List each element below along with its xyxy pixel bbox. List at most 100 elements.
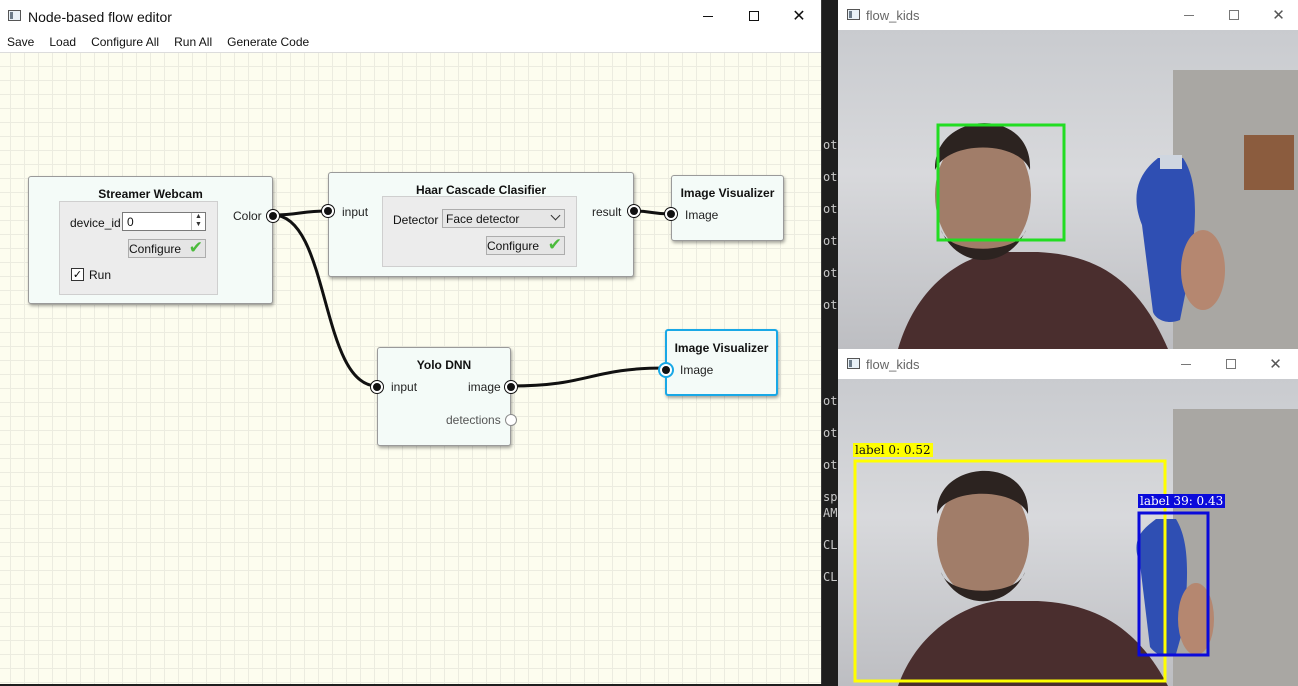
detection-label-bottle: label 39: 0.43: [1138, 494, 1226, 508]
port-label-detections: detections: [446, 413, 501, 427]
port-label-input: input: [391, 380, 418, 394]
menu-save[interactable]: Save: [0, 32, 42, 52]
port-label-image: Image: [685, 208, 719, 222]
haar-config-panel: Detector Face detector Configure ✔: [382, 196, 577, 267]
input-port-input[interactable]: [371, 381, 383, 393]
node-title: Streamer Webcam: [98, 187, 203, 201]
minimize-icon: [1180, 363, 1191, 365]
checkmark-icon: ✔: [188, 238, 203, 258]
minimize-button[interactable]: [1163, 349, 1208, 379]
close-icon: ✕: [792, 6, 806, 25]
detector-select[interactable]: Face detector: [442, 209, 565, 228]
close-button[interactable]: ✕: [776, 0, 822, 32]
maximize-button[interactable]: [731, 0, 777, 32]
terminal-line: AME: [823, 506, 838, 520]
maximize-button[interactable]: [1208, 349, 1253, 379]
terminal-line: CL: [823, 570, 838, 584]
node-yolo-dnn[interactable]: Yolo DNN input image detections: [371, 347, 517, 446]
node-title: Yolo DNN: [416, 358, 472, 372]
checkmark-icon: ✔: [547, 235, 562, 255]
terminal-line: ot(: [823, 298, 838, 312]
input-port-image[interactable]: [660, 364, 672, 376]
terminal-line: CL: [823, 538, 838, 552]
wire-yolo-to-visualizer[interactable]: [510, 366, 666, 388]
camera-window-face: flow_kids ✕: [838, 0, 1298, 349]
input-port-image[interactable]: [665, 208, 677, 220]
minimize-icon: [703, 15, 713, 17]
detector-value: Face detector: [446, 212, 520, 226]
terminal-line: ot(: [823, 202, 838, 216]
run-label: Run: [89, 268, 112, 282]
webcam-image: [898, 70, 1298, 349]
minimize-button[interactable]: [685, 0, 731, 32]
camera-window-title: flow_kids: [866, 8, 920, 23]
app-window-icon: [847, 9, 860, 20]
camera-title-bar[interactable]: flow_kids ✕: [838, 349, 1298, 379]
node-haar-cascade[interactable]: Haar Cascade Clasifier input Detector Fa…: [322, 172, 640, 277]
node-canvas[interactable]: Streamer Webcam device_id 0 ▲ ▼ Configure…: [0, 53, 821, 684]
port-label-result: result: [592, 205, 622, 219]
camera-frame: [838, 30, 1298, 349]
menu-configure-all[interactable]: Configure All: [84, 32, 167, 52]
haar-configure-button[interactable]: Configure ✔: [486, 235, 565, 255]
device-id-spinbox[interactable]: 0 ▲ ▼: [122, 212, 206, 231]
node-image-visualizer-2[interactable]: Image Visualizer Image: [660, 329, 778, 396]
app-window-icon: [847, 358, 860, 369]
window-title: Node-based flow editor: [28, 9, 172, 25]
app-window-icon: [8, 10, 21, 21]
maximize-icon: [1228, 10, 1239, 20]
flow-editor-window: Node-based flow editor ✕ Save Load Confi…: [0, 0, 822, 684]
wire-color-to-haar[interactable]: [272, 209, 329, 217]
output-port-result[interactable]: [628, 205, 640, 217]
output-port-detections[interactable]: [505, 414, 517, 426]
configure-label: Configure: [129, 242, 182, 256]
terminal-line: ot(: [823, 458, 838, 472]
output-port-image[interactable]: [505, 381, 517, 393]
camera-frame: label 0: 0.52 label 39: 0.43: [838, 379, 1298, 686]
terminal-line: ot(: [823, 170, 838, 184]
title-bar[interactable]: Node-based flow editor ✕: [0, 0, 821, 32]
streamer-configure-button[interactable]: Configure ✔: [128, 238, 206, 258]
node-streamer-webcam[interactable]: Streamer Webcam device_id 0 ▲ ▼ Configure…: [28, 176, 279, 304]
maximize-icon: [749, 11, 759, 21]
check-icon: ✓: [72, 268, 83, 281]
node-title: Image Visualizer: [674, 341, 769, 355]
terminal-line: ot(: [823, 426, 838, 440]
menu-run-all[interactable]: Run All: [167, 32, 220, 52]
camera-window-yolo: flow_kids ✕ label 0: 0.52 label 39: 0.43: [838, 349, 1298, 686]
close-button[interactable]: ✕: [1256, 0, 1298, 30]
terminal-line: spa: [823, 490, 838, 504]
detector-label: Detector: [393, 213, 439, 227]
maximize-button[interactable]: [1211, 0, 1256, 30]
menu-bar: Save Load Configure All Run All Generate…: [0, 32, 821, 53]
menu-load[interactable]: Load: [42, 32, 84, 52]
terminal-line: ot(: [823, 234, 838, 248]
terminal-window: ot( ot( ot( ot( ot( ot( ot( ot( ot( spa …: [823, 0, 838, 686]
port-label-image: Image: [680, 363, 714, 377]
device-id-value: 0: [127, 215, 134, 229]
port-label-input: input: [342, 205, 369, 219]
spin-arrows-icon[interactable]: ▲ ▼: [191, 213, 205, 230]
terminal-line: ot(: [823, 266, 838, 280]
run-checkbox[interactable]: ✓: [71, 268, 84, 281]
minimize-icon: [1183, 14, 1194, 16]
terminal-line: ot(: [823, 394, 838, 408]
node-title: Image Visualizer: [680, 186, 775, 200]
terminal-line: ot(: [823, 138, 838, 152]
camera-window-title: flow_kids: [866, 357, 920, 372]
output-port-color[interactable]: [267, 210, 279, 222]
chevron-down-icon: [550, 210, 561, 221]
node-image-visualizer-1[interactable]: Image Visualizer Image: [665, 175, 784, 241]
camera-title-bar[interactable]: flow_kids ✕: [838, 0, 1298, 30]
input-port-input[interactable]: [322, 205, 334, 217]
webcam-image: [853, 409, 1298, 686]
menu-generate-code[interactable]: Generate Code: [220, 32, 317, 52]
detection-label-person: label 0: 0.52: [853, 443, 933, 457]
port-label-color: Color: [233, 209, 262, 223]
port-label-image: image: [468, 380, 501, 394]
device-id-label: device_id: [70, 216, 121, 230]
node-title: Haar Cascade Clasifier: [415, 183, 547, 197]
maximize-icon: [1225, 359, 1236, 369]
minimize-button[interactable]: [1166, 0, 1211, 30]
close-button[interactable]: ✕: [1253, 349, 1298, 379]
